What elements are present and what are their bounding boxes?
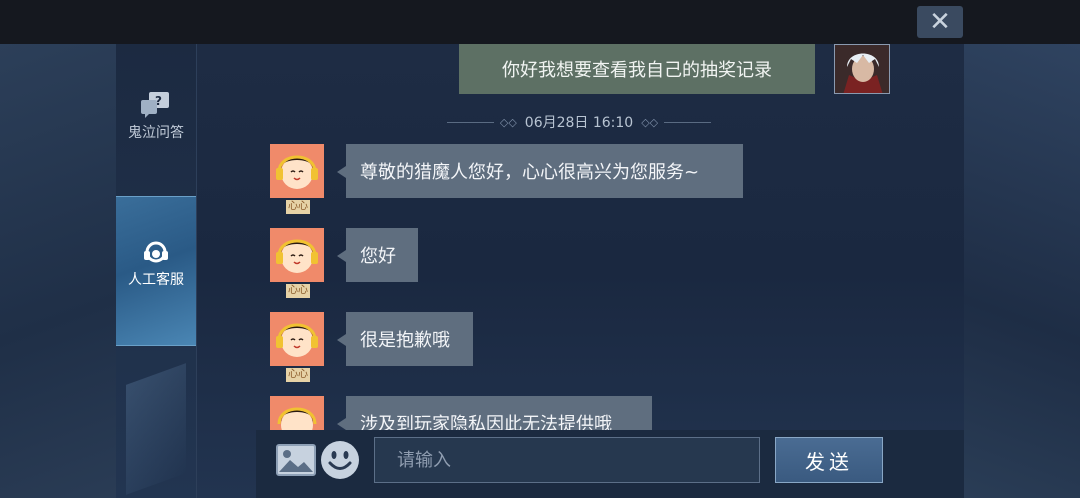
agent-avatar — [270, 396, 324, 430]
send-button[interactable]: 发送 — [775, 437, 883, 483]
agent-name-label: 心心 — [286, 200, 310, 214]
sidebar-item-qa[interactable]: ? 鬼泣问答 — [116, 92, 196, 142]
agent-message-bubble: 尊敬的猎魔人您好，心心很高兴为您服务~ — [337, 144, 743, 198]
agent-avatar — [270, 228, 324, 282]
agent-message-bubble: 您好 — [337, 228, 418, 282]
user-message-bubble: 你好我想要查看我自己的抽奖记录 — [459, 44, 815, 94]
agent-message-bubble: 很是抱歉哦 — [337, 312, 473, 366]
user-avatar — [834, 44, 890, 94]
sidebar-item-label: 人工客服 — [128, 272, 184, 288]
question-bubble-icon: ? — [141, 92, 169, 118]
timestamp-divider: ◇◇ 06月28日 16:10 ◇◇ — [441, 112, 717, 132]
agent-message-row: 涉及到玩家隐私因此无法提供哦 — [270, 396, 670, 430]
headset-icon — [144, 241, 168, 263]
decorative-shard — [126, 363, 186, 495]
message-input[interactable] — [374, 437, 760, 483]
sidebar: ? 鬼泣问答 人工客服 — [116, 44, 197, 498]
left-background — [0, 44, 116, 498]
image-icon[interactable] — [276, 444, 316, 476]
emoji-icon[interactable] — [320, 440, 360, 480]
agent-avatar — [270, 144, 324, 198]
close-button[interactable]: ✕ — [917, 6, 963, 38]
svg-text:?: ? — [155, 94, 162, 108]
agent-avatar — [270, 312, 324, 366]
agent-name-label: 心心 — [286, 284, 310, 298]
timestamp: 06月28日 16:10 — [524, 115, 634, 131]
sidebar-item-customer-service[interactable]: 人工客服 — [116, 196, 196, 346]
right-background — [964, 44, 1080, 498]
agent-name-label: 心心 — [286, 368, 310, 382]
sidebar-item-label: 鬼泣问答 — [128, 125, 184, 141]
agent-message-bubble: 涉及到玩家隐私因此无法提供哦 — [337, 396, 652, 430]
